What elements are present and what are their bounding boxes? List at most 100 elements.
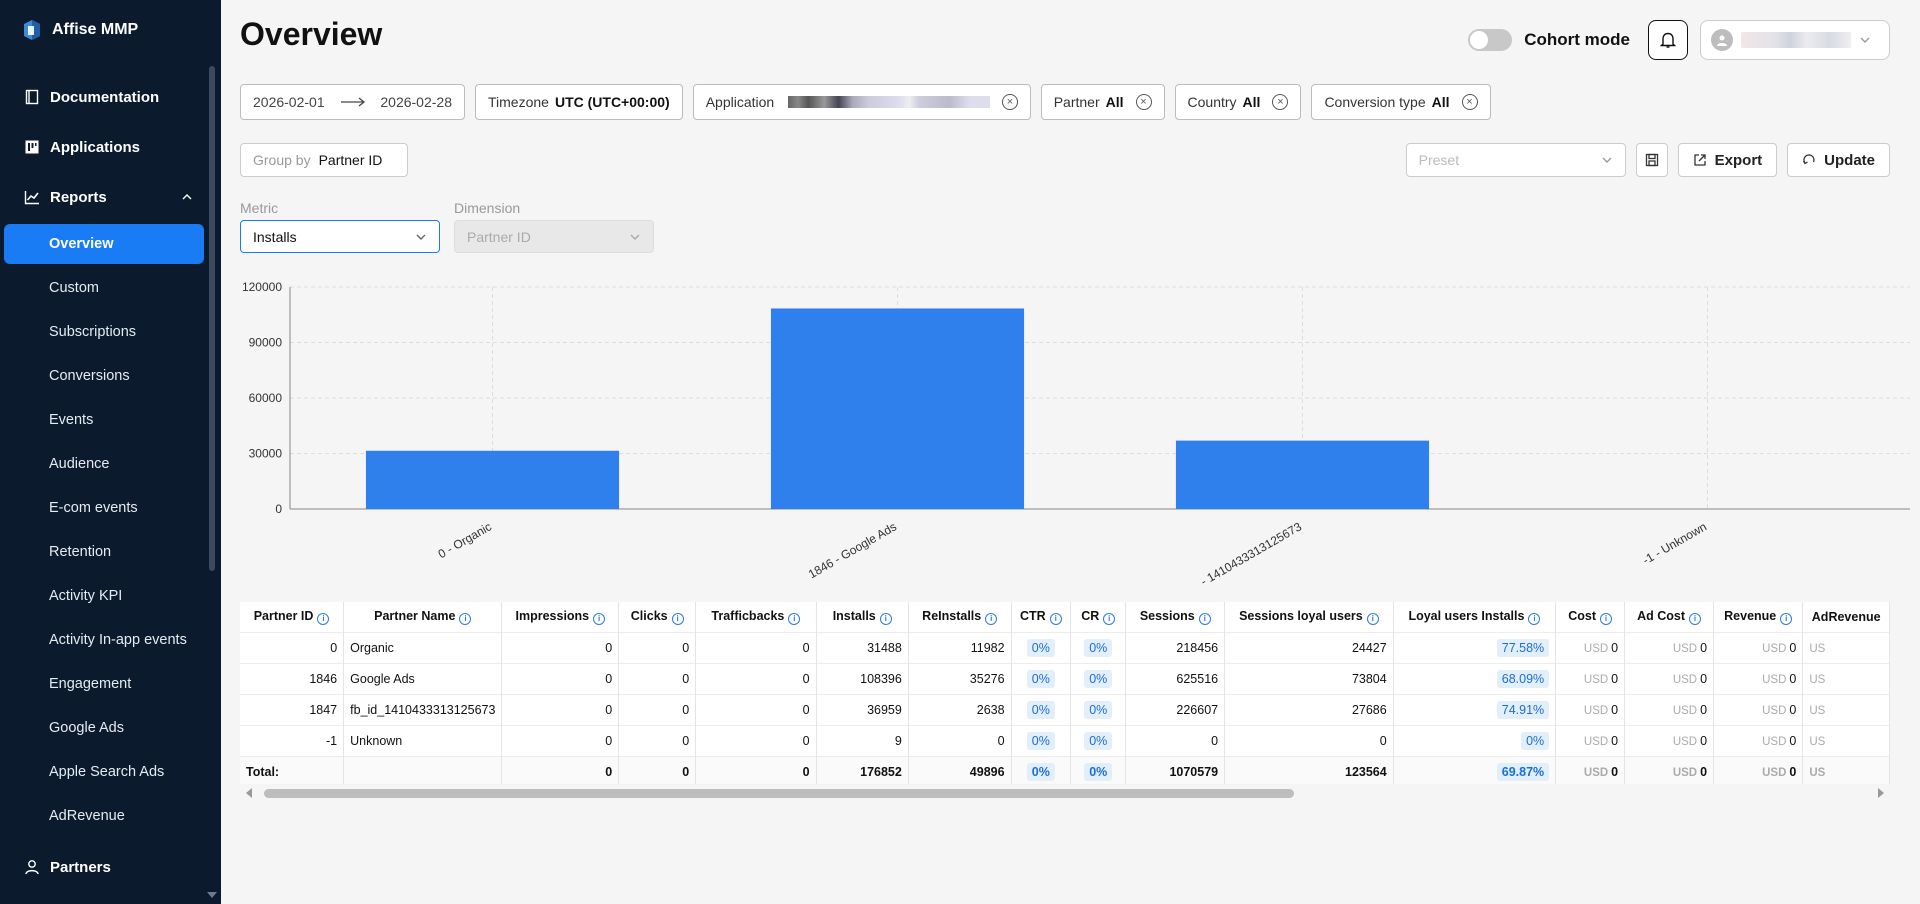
table-cell: 0 — [695, 662, 817, 694]
info-icon[interactable]: i — [1049, 612, 1062, 625]
info-icon[interactable]: i — [985, 612, 998, 625]
group-by-value: Partner ID — [318, 152, 383, 168]
chevron-up-icon[interactable] — [181, 191, 193, 203]
percent-badge: 0% — [1084, 700, 1113, 719]
sidebar-item-retention[interactable]: Retention — [0, 530, 221, 574]
info-icon[interactable]: i — [1600, 612, 1613, 625]
table-cell: 77.58% — [1393, 631, 1557, 663]
info-icon[interactable]: i — [788, 612, 801, 625]
user-menu-button[interactable] — [1700, 20, 1890, 60]
country-clear-icon[interactable]: × — [1272, 94, 1289, 110]
column-header[interactable]: Installs i — [816, 602, 909, 632]
conversion-type-filter[interactable]: Conversion type All × — [1311, 84, 1491, 120]
application-filter[interactable]: Application × — [692, 84, 1031, 120]
user-icon — [25, 860, 39, 875]
partner-clear-icon[interactable]: × — [1135, 94, 1152, 110]
brand[interactable]: Affise MMP — [0, 0, 221, 60]
column-header[interactable]: Impressions i — [501, 602, 620, 632]
sidebar: Affise MMP Documentation Applications Re… — [0, 0, 221, 904]
dimension-select[interactable]: Partner ID — [454, 220, 654, 253]
sidebar-item-engagement[interactable]: Engagement — [0, 662, 221, 706]
column-header[interactable]: Ad Cost i — [1624, 602, 1715, 632]
notifications-button[interactable] — [1648, 20, 1688, 60]
column-header[interactable]: AdRevenue — [1802, 602, 1890, 632]
column-header[interactable]: Revenue i — [1713, 602, 1804, 632]
x-tick-label: 0 - Organic — [436, 519, 494, 561]
column-header[interactable]: Partner Name i — [343, 602, 503, 632]
sidebar-item-activity-kpi[interactable]: Activity KPI — [0, 574, 221, 618]
cohort-mode-toggle[interactable] — [1468, 29, 1513, 51]
column-header[interactable]: CR i — [1070, 602, 1127, 632]
sidebar-item-subscriptions[interactable]: Subscriptions — [0, 310, 221, 354]
sidebar-item-apple-search-ads[interactable]: Apple Search Ads — [0, 750, 221, 794]
column-header[interactable]: Partner ID i — [240, 602, 345, 632]
group-by-select[interactable]: Group by Partner ID — [240, 143, 408, 177]
application-clear-icon[interactable]: × — [1002, 94, 1018, 110]
export-button[interactable]: Export — [1677, 143, 1778, 177]
preset-select[interactable]: Preset — [1405, 143, 1626, 177]
scrollbar-thumb[interactable] — [264, 789, 1294, 798]
country-filter[interactable]: Country All × — [1174, 84, 1302, 120]
nav-partners[interactable]: Partners — [0, 842, 221, 892]
country-value: All — [1242, 94, 1261, 110]
table-row: 1847 fb_id_1410433313125673 0 0 0 36959 2638 0%… — [240, 693, 1890, 725]
table-cell: 1847 — [240, 693, 345, 725]
info-icon[interactable]: i — [459, 612, 472, 625]
sidebar-item-audience[interactable]: Audience — [0, 442, 221, 486]
sidebar-item-activity-inapp-events[interactable]: Activity In-app events — [0, 618, 221, 662]
brand-name: Affise MMP — [52, 21, 139, 38]
partner-filter[interactable]: Partner All × — [1040, 84, 1165, 120]
sidebar-scrollbar[interactable] — [209, 66, 215, 571]
info-icon[interactable]: i — [1366, 612, 1379, 625]
column-header[interactable]: Loyal users Installs i — [1393, 602, 1557, 632]
timezone-filter[interactable]: Timezone UTC (UTC+00:00) — [475, 84, 683, 120]
info-icon[interactable]: i — [593, 612, 606, 625]
column-header[interactable]: Clicks i — [618, 602, 697, 632]
column-header[interactable]: Cost i — [1555, 602, 1626, 632]
column-header[interactable]: CTR i — [1011, 602, 1072, 632]
column-header[interactable]: Sessions i — [1125, 602, 1226, 632]
nav-documentation-label: Documentation — [50, 88, 160, 106]
info-icon[interactable]: i — [1528, 612, 1541, 625]
sidebar-item-overview[interactable]: Overview — [4, 224, 204, 264]
info-icon[interactable]: i — [671, 612, 684, 625]
table-horizontal-scrollbar[interactable] — [240, 786, 1890, 800]
info-icon[interactable]: i — [1689, 612, 1702, 625]
table-cell: USD 0 — [1713, 662, 1804, 694]
sidebar-item-conversions[interactable]: Conversions — [0, 354, 221, 398]
save-preset-button[interactable] — [1635, 143, 1668, 177]
scroll-left-icon[interactable] — [246, 788, 252, 798]
column-header[interactable]: ReInstalls i — [908, 602, 1012, 632]
conversion-type-clear-icon[interactable]: × — [1461, 94, 1478, 110]
scroll-down-icon[interactable] — [207, 892, 217, 898]
column-header[interactable]: Sessions loyal users i — [1224, 602, 1394, 632]
table-cell: USD 0 — [1713, 693, 1804, 725]
sidebar-item-custom[interactable]: Custom — [0, 266, 221, 310]
scroll-right-icon[interactable] — [1878, 788, 1884, 798]
table-cell: 0% — [1011, 631, 1072, 663]
percent-badge: 0% — [1084, 669, 1113, 688]
nav-reports[interactable]: Reports — [0, 172, 221, 222]
column-header[interactable]: Trafficbacks i — [695, 602, 817, 632]
table-cell: USD 0 — [1555, 662, 1626, 694]
sidebar-item-ecom-events[interactable]: E-com events — [0, 486, 221, 530]
update-button[interactable]: Update — [1787, 143, 1890, 177]
metric-select[interactable]: Installs — [240, 220, 440, 253]
nav-applications[interactable]: Applications — [0, 122, 221, 172]
info-icon[interactable]: i — [1103, 612, 1116, 625]
sidebar-item-google-ads[interactable]: Google Ads — [0, 706, 221, 750]
table-cell: 0 — [501, 755, 620, 784]
x-tick-label: -1 - Unknown — [1640, 519, 1709, 567]
percent-badge: 0% — [1084, 638, 1113, 657]
date-range-picker[interactable]: 2026-02-01 2026-02-28 — [240, 84, 465, 120]
sidebar-item-adrevenue[interactable]: AdRevenue — [0, 794, 221, 838]
info-icon[interactable]: i — [1780, 612, 1793, 625]
nav-documentation[interactable]: Documentation — [0, 72, 221, 122]
info-icon[interactable]: i — [879, 612, 892, 625]
info-icon[interactable]: i — [317, 612, 330, 625]
table-cell: 68.09% — [1393, 662, 1557, 694]
export-label: Export — [1714, 151, 1763, 169]
book-icon — [25, 89, 39, 105]
sidebar-item-events[interactable]: Events — [0, 398, 221, 442]
info-icon[interactable]: i — [1198, 612, 1211, 625]
